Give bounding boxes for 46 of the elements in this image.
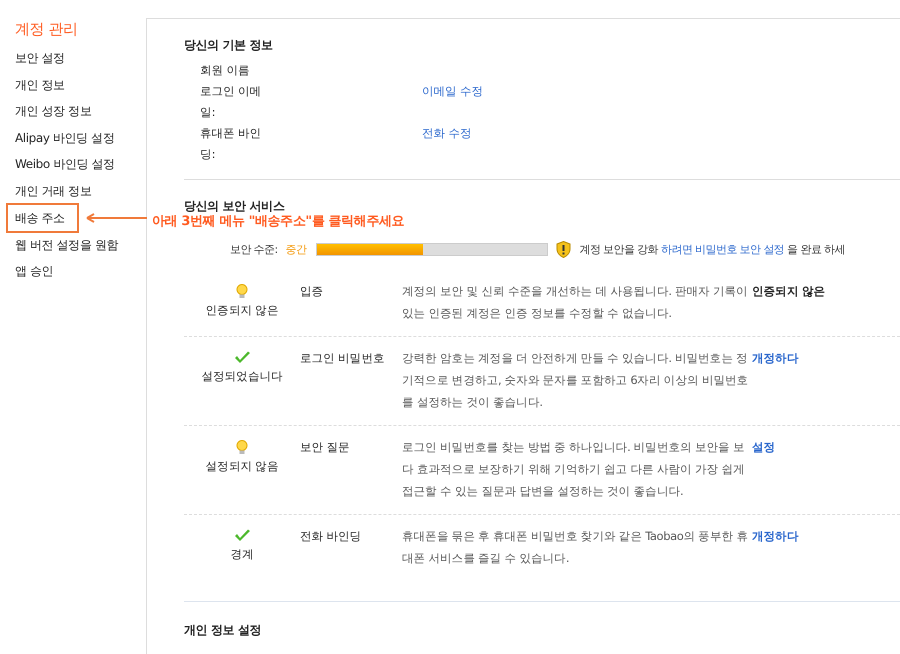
service-description: 로그인 비밀번호를 찾는 방법 중 하나입니다. 비밀번호의 보안을 보다 효과적으로 보장하기 위해 기억하기 쉽고 다른 사람이 가장 쉽게 접근할 수 있는 질문과 답변을 설정하는 것이 좋습니다. xyxy=(402,439,746,500)
field-label: 휴대폰 바인딩: xyxy=(200,125,262,163)
level-value: 중간 xyxy=(286,242,306,257)
level-label: 보안 수준: xyxy=(230,242,278,257)
annotation-text: 아래 3번째 메뉴 "배송주소"를 클릭해주세요 xyxy=(152,212,404,230)
sidebar-title: 계정 관리 xyxy=(15,20,79,39)
service-description: 휴대폰을 묶은 후 휴대폰 비밀번호 찾기와 같은 Taobao의 풍부한 휴대폰 서비스를 즐길 수 있습니다. xyxy=(402,528,749,567)
edit-link[interactable]: 이메일 수정 xyxy=(422,81,484,123)
service-title: 전화 바인딩 xyxy=(300,529,362,545)
checkmark-icon xyxy=(234,529,250,543)
sidebar-item[interactable]: 배송 주소 xyxy=(6,202,79,233)
status-text: 인증되지 않은 xyxy=(206,303,278,318)
field-label: 회원 이름 xyxy=(200,62,251,79)
sidebar-item[interactable]: 웹 버전 설정을 원함 xyxy=(15,232,146,258)
section-title: 당신의 기본 정보 xyxy=(184,37,274,54)
lightbulb-icon xyxy=(236,284,248,299)
advice-link[interactable]: 하려면 비밀번호 보안 설정 xyxy=(661,242,784,257)
arrow-icon xyxy=(86,213,148,223)
status-text: 설정되었습니다 xyxy=(201,369,283,384)
action-link[interactable]: 설정 xyxy=(752,440,900,502)
field-label: 로그인 이메일: xyxy=(200,83,262,121)
sidebar-item[interactable]: 앱 승인 xyxy=(15,258,146,285)
warning-shield-icon xyxy=(556,241,572,258)
service-title: 로그인 비밀번호 xyxy=(300,351,386,367)
verification-status: 인증되지 않은 xyxy=(752,284,826,300)
checkmark-icon xyxy=(234,351,250,365)
service-title: 입증 xyxy=(300,284,324,300)
sidebar-item[interactable]: 개인 정보 xyxy=(15,72,146,98)
sidebar-item[interactable]: 개인 성장 정보 xyxy=(15,98,146,125)
status-text: 설정되지 않음 xyxy=(206,459,278,474)
lightbulb-icon xyxy=(236,440,248,455)
service-description: 강력한 암호는 계정을 더 안전하게 만들 수 있습니다. 비밀번호는 정기적으로 변경하고, 숫자와 문자를 포함하고 6자리 이상의 비밀번호를 설정하는 것이 좋습니다. xyxy=(402,350,750,411)
advice-text: 계정 보안을 강화 xyxy=(579,242,658,257)
section-title: 개인 정보 설정 xyxy=(184,622,262,639)
edit-link[interactable]: 전화 수정 xyxy=(422,123,472,165)
sidebar-item[interactable]: Alipay 바인딩 설정 xyxy=(15,124,146,152)
service-description: 계정의 보안 및 신뢰 수준을 개선하는 데 사용됩니다. 판매자 기록이 있는 인증된 계정은 인증 정보를 수정할 수 없습니다. xyxy=(402,283,749,322)
advice-text: 을 완료 하세 xyxy=(787,242,845,257)
action-link[interactable]: 개정하다 xyxy=(752,351,900,413)
action-link[interactable]: 개정하다 xyxy=(752,529,900,569)
status-text: 경계 xyxy=(230,547,254,562)
service-title: 보안 질문 xyxy=(300,440,351,456)
sidebar-item[interactable]: Weibo 바인딩 설정 xyxy=(15,151,146,178)
sidebar-item[interactable]: 개인 거래 정보 xyxy=(15,178,146,205)
sidebar-item[interactable]: 보안 설정 xyxy=(15,45,146,72)
section-title: 당신의 보안 서비스 xyxy=(184,198,286,215)
